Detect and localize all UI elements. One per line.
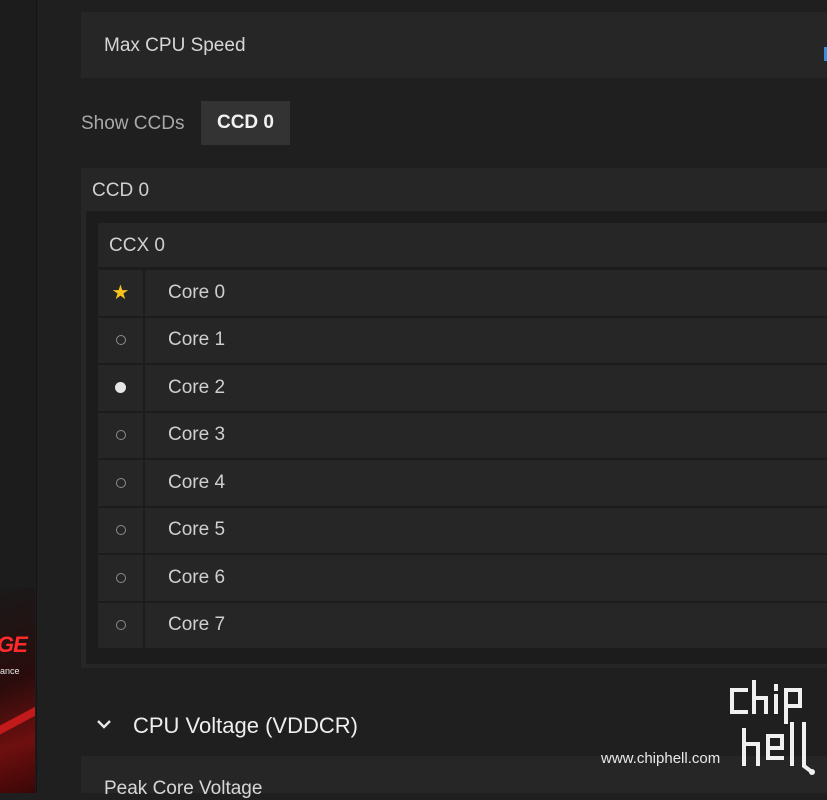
left-sidebar: GE ance	[0, 0, 37, 793]
core-name-cell: Core 3	[145, 412, 827, 458]
core-marker-cell	[98, 555, 143, 601]
ccx-title: CCX 0	[109, 235, 165, 256]
core-row[interactable]: Core 7	[98, 602, 827, 648]
circle-outline-icon	[115, 477, 126, 488]
core-name: Core 4	[168, 471, 226, 493]
core-name-cell: Core 2	[145, 365, 827, 411]
circle-outline-icon	[115, 335, 126, 346]
core-row[interactable]: Core 1	[98, 317, 827, 363]
peak-core-voltage-label: Peak Core Voltage	[104, 778, 263, 799]
core-marker-cell	[98, 460, 143, 506]
ccd-panel: CCD 0 CCX 0 ★ Core 0 Core 1 Core 2 Core …	[81, 168, 827, 668]
promo-graphic	[0, 702, 35, 742]
voltage-collapse-toggle[interactable]	[93, 710, 115, 738]
core-name-cell: Core 1	[145, 317, 827, 363]
chevron-down-icon	[97, 720, 111, 729]
circle-outline-icon	[115, 572, 126, 583]
core-name: Core 3	[168, 424, 226, 446]
watermark-logo	[730, 680, 815, 775]
ccd-title: CCD 0	[92, 180, 150, 201]
core-row[interactable]: Core 2	[98, 365, 827, 411]
core-name-cell: Core 5	[145, 507, 827, 553]
show-ccds-label: Show CCDs	[81, 113, 185, 134]
core-name: Core 2	[168, 376, 226, 398]
ccd-content: CCX 0 ★ Core 0 Core 1 Core 2 Core 3 Core…	[86, 211, 827, 664]
promo-title: GE	[0, 632, 28, 657]
circle-outline-icon	[115, 430, 126, 441]
max-cpu-speed-row: Max CPU Speed	[81, 12, 827, 78]
max-cpu-speed-label: Max CPU Speed	[104, 35, 246, 56]
core-marker-cell	[98, 365, 143, 411]
promo-banner[interactable]: GE ance	[0, 588, 35, 793]
circle-outline-icon	[115, 620, 126, 631]
core-marker-cell	[98, 317, 143, 363]
core-name: Core 6	[168, 566, 226, 588]
ccd-0-chip[interactable]: CCD 0	[201, 101, 290, 145]
ccx-header: CCX 0	[98, 223, 827, 267]
core-row[interactable]: Core 5	[98, 507, 827, 553]
core-marker-cell	[98, 412, 143, 458]
core-row[interactable]: Core 6	[98, 555, 827, 601]
core-row[interactable]: ★ Core 0	[98, 270, 827, 316]
core-marker-cell	[98, 602, 143, 648]
circle-filled-icon	[115, 382, 126, 394]
core-list: ★ Core 0 Core 1 Core 2 Core 3 Core 4 Cor…	[98, 270, 827, 650]
cpu-voltage-heading: CPU Voltage (VDDCR)	[133, 713, 358, 738]
core-name-cell: Core 6	[145, 555, 827, 601]
core-name-cell: Core 7	[145, 602, 827, 648]
core-name: Core 0	[168, 281, 226, 303]
star-icon: ★	[111, 281, 130, 304]
core-marker-cell: ★	[98, 270, 143, 316]
core-name: Core 1	[168, 329, 226, 351]
core-name: Core 7	[168, 614, 226, 636]
watermark-url: www.chiphell.com	[601, 750, 721, 767]
circle-outline-icon	[115, 525, 126, 536]
core-row[interactable]: Core 4	[98, 460, 827, 506]
core-row[interactable]: Core 3	[98, 412, 827, 458]
core-name-cell: Core 0	[145, 270, 827, 316]
core-name: Core 5	[168, 519, 226, 541]
core-name-cell: Core 4	[145, 460, 827, 506]
core-marker-cell	[98, 507, 143, 553]
promo-subtitle: ance	[0, 666, 20, 676]
